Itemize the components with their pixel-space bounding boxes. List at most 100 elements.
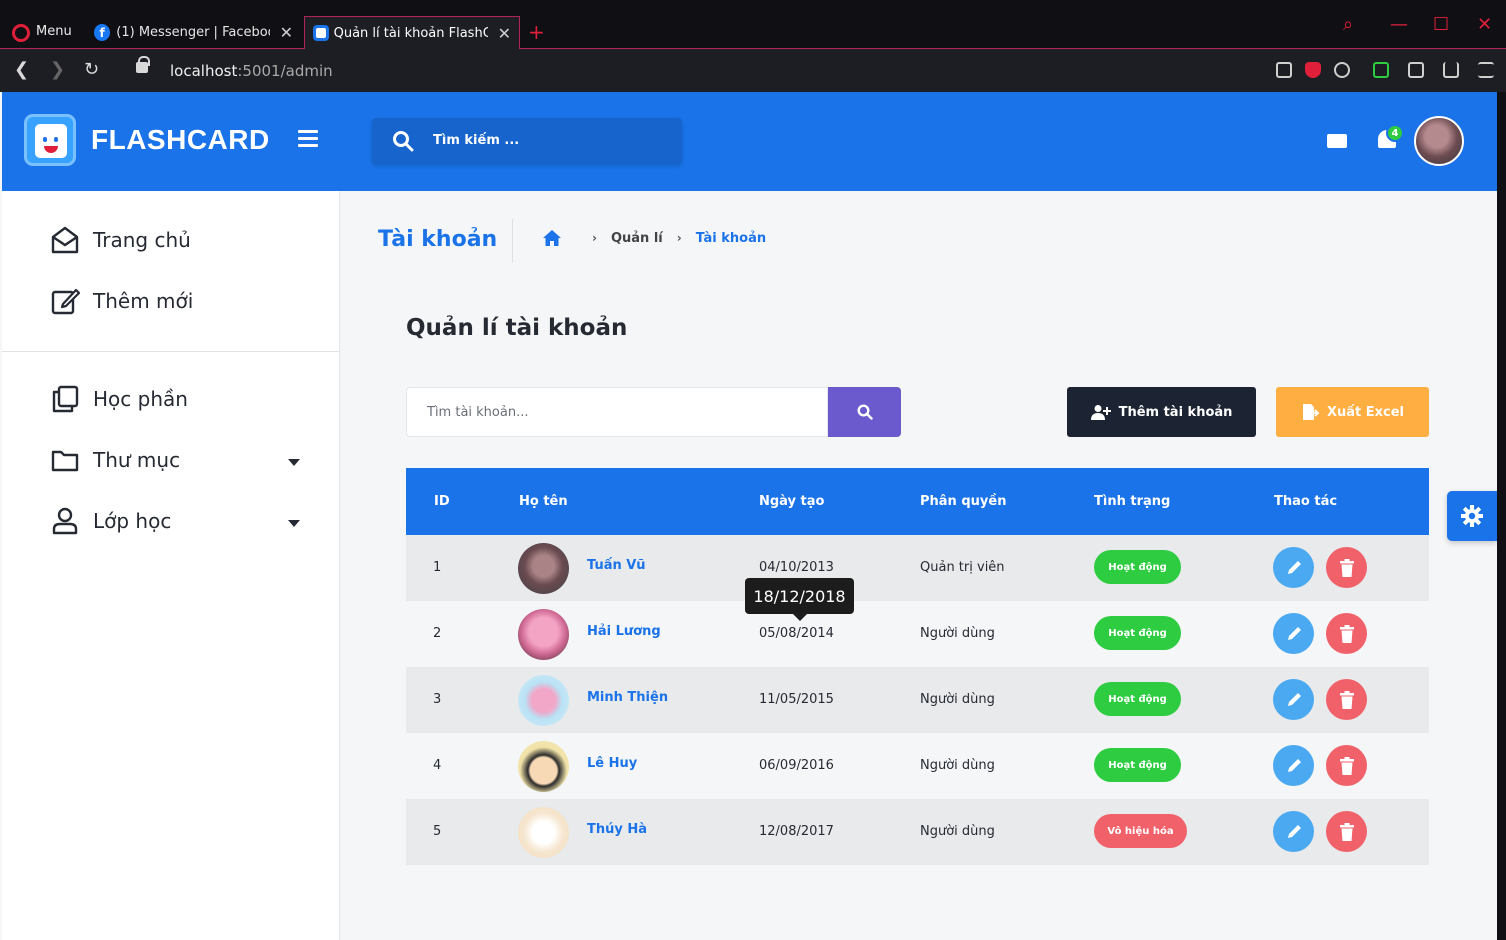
pencil-icon xyxy=(1287,626,1301,640)
tab-label: (1) Messenger | Facebook xyxy=(116,25,270,40)
section-title: Quản lí tài khoản xyxy=(406,315,628,341)
cell-name[interactable]: Thúy Hà xyxy=(587,822,647,837)
delete-button[interactable] xyxy=(1326,679,1367,720)
sidebar-item-classes[interactable]: Lớp học xyxy=(50,506,171,536)
sidebar-item-add-new[interactable]: Thêm mới xyxy=(50,286,193,316)
sidebar-item-study-sets[interactable]: Học phần xyxy=(50,384,188,414)
edit-button[interactable] xyxy=(1273,547,1314,588)
column-header[interactable]: Tình trạng xyxy=(1094,494,1170,509)
edit-button[interactable] xyxy=(1273,811,1314,852)
avatar[interactable] xyxy=(518,609,569,660)
breadcrumb-link-manage[interactable]: Quản lí xyxy=(611,231,663,246)
user-icon xyxy=(50,506,80,536)
chevron-down-icon[interactable] xyxy=(288,520,300,527)
edit-button[interactable] xyxy=(1273,679,1314,720)
column-header[interactable]: Họ tên xyxy=(519,494,568,509)
sidebar-item-home[interactable]: Trang chủ xyxy=(50,225,191,255)
search-tabs-icon[interactable]: ⌕ xyxy=(1343,14,1353,35)
hamburger-menu-icon[interactable] xyxy=(298,130,318,148)
tab-messenger[interactable]: f (1) Messenger | Facebook ✕ xyxy=(86,16,301,49)
pencil-icon xyxy=(1287,692,1301,706)
avatar[interactable] xyxy=(518,543,569,594)
avatar[interactable] xyxy=(518,675,569,726)
cell-created: 11/05/2015 xyxy=(759,692,834,707)
sidebar-item-label: Lớp học xyxy=(93,509,172,533)
cell-role: Người dùng xyxy=(920,824,995,839)
cell-name[interactable]: Tuấn Vũ xyxy=(587,558,646,573)
table-row: 4 Lê Huy 06/09/2016 Người dùng Hoạt động xyxy=(406,733,1429,799)
mail-icon[interactable] xyxy=(1327,134,1347,148)
reload-icon[interactable]: ↻ xyxy=(84,59,99,80)
cube-icon[interactable] xyxy=(1408,62,1424,78)
gear-icon xyxy=(1461,505,1483,527)
avatar[interactable] xyxy=(518,807,569,858)
column-header[interactable]: ID xyxy=(434,494,450,509)
back-icon[interactable]: ❮ xyxy=(14,59,29,80)
avatar[interactable] xyxy=(518,741,569,792)
url-field[interactable]: localhost:5001/admin xyxy=(170,62,333,80)
cell-created: 05/08/2014 xyxy=(759,626,834,641)
header-search[interactable]: Tìm kiếm ... xyxy=(372,118,682,164)
new-tab-icon[interactable]: + xyxy=(528,20,545,44)
flashcard-favicon-icon xyxy=(313,25,329,41)
cell-id: 2 xyxy=(433,626,442,641)
close-tab-icon[interactable]: ✕ xyxy=(280,23,293,42)
column-header[interactable]: Ngày tạo xyxy=(759,494,824,509)
adblock-shield-icon[interactable] xyxy=(1305,62,1321,78)
delete-button[interactable] xyxy=(1326,547,1367,588)
facebook-icon: f xyxy=(94,24,111,41)
download-icon[interactable] xyxy=(1443,62,1459,78)
edit-button[interactable] xyxy=(1273,613,1314,654)
close-tab-icon[interactable]: ✕ xyxy=(498,24,511,43)
user-avatar[interactable] xyxy=(1414,116,1464,166)
folder-icon xyxy=(50,445,80,475)
cell-name[interactable]: Hải Lương xyxy=(587,624,661,639)
close-window-icon[interactable]: ✕ xyxy=(1477,14,1492,35)
account-search[interactable] xyxy=(406,387,828,437)
chevron-down-icon[interactable] xyxy=(288,459,300,466)
heart-icon[interactable] xyxy=(1334,62,1350,78)
cell-name[interactable]: Minh Thiện xyxy=(587,690,668,705)
app-header: FLASHCARD Tìm kiếm ... 4 xyxy=(2,92,1497,191)
camera-icon[interactable] xyxy=(1276,62,1292,78)
window-scrollbar[interactable] xyxy=(1497,92,1506,940)
edit-icon xyxy=(50,286,80,316)
home-icon[interactable] xyxy=(542,229,562,247)
browser-menu-label[interactable]: Menu xyxy=(36,24,72,39)
sidebar-item-folders[interactable]: Thư mục xyxy=(50,445,180,475)
brand-name[interactable]: FLASHCARD xyxy=(91,124,270,156)
maximize-icon[interactable]: ☐ xyxy=(1433,14,1449,35)
page-title: Tài khoản xyxy=(378,227,498,252)
account-search-button[interactable] xyxy=(828,387,901,437)
flashcard-logo-icon[interactable] xyxy=(24,114,76,166)
sidebar-item-label: Thêm mới xyxy=(93,289,194,313)
column-header[interactable]: Phân quyền xyxy=(920,494,1006,509)
cell-role: Người dùng xyxy=(920,626,995,641)
snapshot-icon[interactable] xyxy=(1373,62,1389,78)
opera-logo-icon[interactable] xyxy=(12,24,30,42)
search-icon xyxy=(393,131,414,152)
cell-role: Người dùng xyxy=(920,758,995,773)
settings-button[interactable] xyxy=(1447,491,1497,541)
trash-icon xyxy=(1339,756,1354,775)
account-search-input[interactable] xyxy=(407,388,827,436)
delete-button[interactable] xyxy=(1326,745,1367,786)
table-row: 1 Tuấn Vũ 04/10/2013 Quản trị viên Hoạt … xyxy=(406,535,1429,601)
forward-icon[interactable]: ❯ xyxy=(50,59,65,80)
settings-icon[interactable] xyxy=(1478,62,1494,78)
file-export-icon xyxy=(1301,403,1319,421)
pencil-icon xyxy=(1287,758,1301,772)
date-tooltip: 18/12/2018 xyxy=(745,578,854,621)
cell-name[interactable]: Lê Huy xyxy=(587,756,637,771)
table-row: 2 Hải Lương 05/08/2014 Người dùng Hoạt đ… xyxy=(406,601,1429,667)
export-excel-button[interactable]: Xuất Excel xyxy=(1276,387,1429,437)
pencil-icon xyxy=(1287,824,1301,838)
delete-button[interactable] xyxy=(1326,811,1367,852)
tab-flashcard[interactable]: Quản lí tài khoản FlashCa ✕ xyxy=(304,16,520,49)
minimize-icon[interactable]: — xyxy=(1390,14,1408,35)
add-account-button[interactable]: Thêm tài khoản xyxy=(1067,387,1256,437)
delete-button[interactable] xyxy=(1326,613,1367,654)
table-row: 3 Minh Thiện 11/05/2015 Người dùng Hoạt … xyxy=(406,667,1429,733)
cell-id: 3 xyxy=(433,692,442,707)
edit-button[interactable] xyxy=(1273,745,1314,786)
